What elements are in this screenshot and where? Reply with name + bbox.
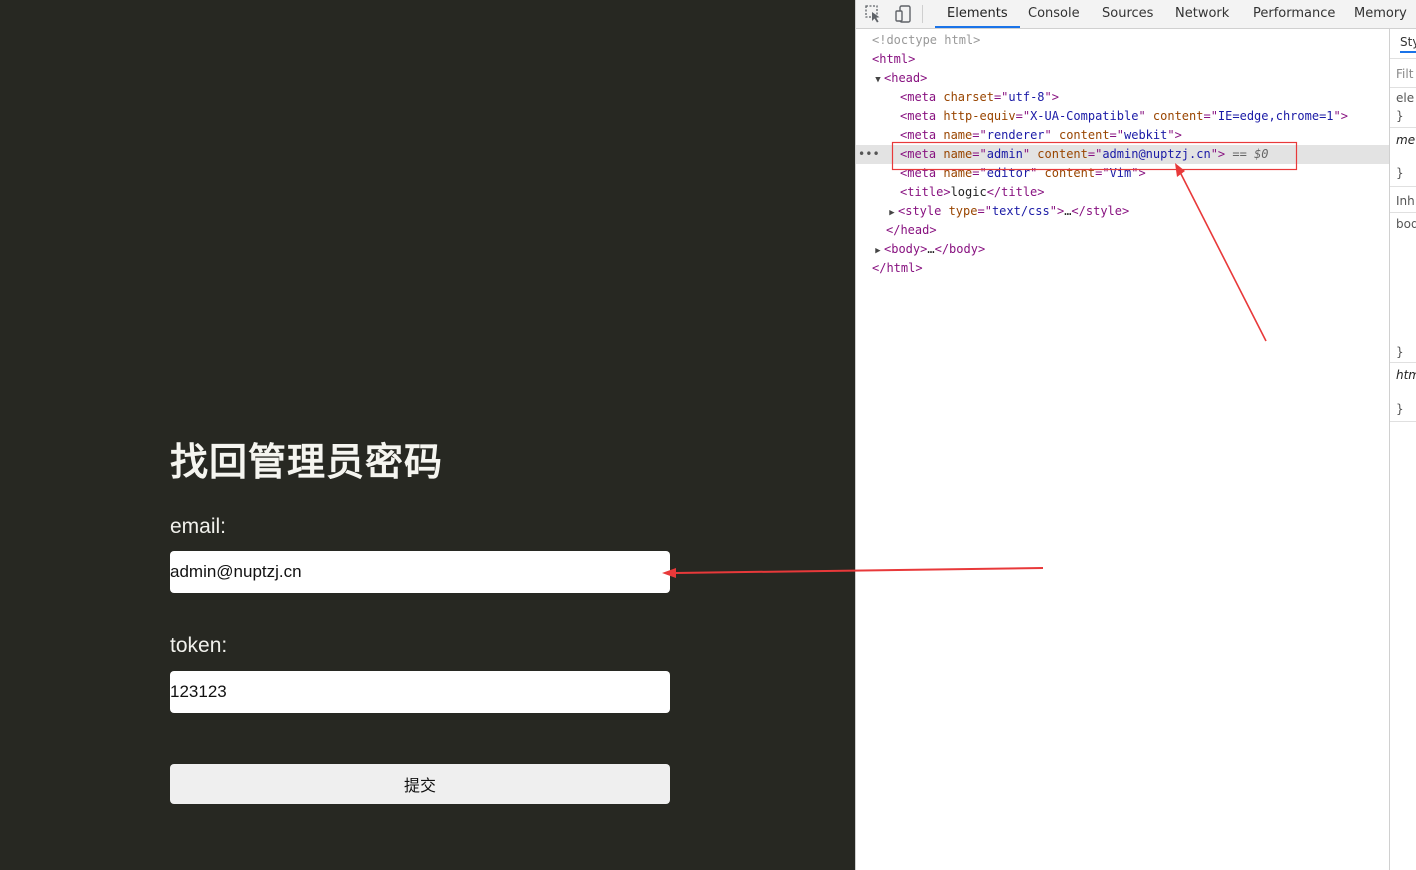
styles-pane: Sty Filt ele } met } Inh bod } htm } bbox=[1389, 29, 1416, 870]
inspect-element-icon[interactable] bbox=[864, 4, 884, 24]
doctype-text: <!doctype html> bbox=[872, 33, 981, 47]
body-ellipsis: … bbox=[927, 242, 935, 256]
token-label: token: bbox=[170, 634, 228, 657]
attr-value: utf-8 bbox=[1008, 90, 1045, 104]
divider bbox=[1390, 127, 1416, 128]
styles-rule-text: } bbox=[1396, 402, 1404, 416]
title-text: logic bbox=[950, 185, 987, 199]
attr-value: renderer bbox=[986, 128, 1045, 142]
styles-rule-text: } bbox=[1396, 109, 1404, 123]
attr-value: X-UA-Compatible bbox=[1030, 109, 1139, 123]
dom-line-meta-editor[interactable]: <meta name="editor" content="Vim"> bbox=[856, 164, 1416, 183]
attr-value: Vim bbox=[1109, 166, 1132, 180]
token-input[interactable] bbox=[170, 671, 670, 713]
styles-rule-text: met bbox=[1396, 133, 1416, 147]
attr-value: admin bbox=[986, 147, 1023, 161]
dom-line-doctype[interactable]: <!doctype html> bbox=[856, 31, 1405, 50]
tab-styles[interactable]: Sty bbox=[1400, 35, 1416, 53]
attr-name: name bbox=[943, 166, 973, 180]
attr-value-admin-email: admin@nuptzj.cn bbox=[1102, 147, 1211, 161]
dom-tree: <!doctype html> <html> ▼ <head> <meta cha… bbox=[856, 29, 1416, 870]
attr-name: content bbox=[1058, 128, 1110, 142]
styles-rule-text: ele bbox=[1396, 91, 1415, 105]
email-label: email: bbox=[170, 515, 227, 538]
attr-value: webkit bbox=[1124, 128, 1168, 142]
styles-rule-text: htm bbox=[1396, 368, 1416, 382]
device-toolbar-icon[interactable] bbox=[894, 4, 914, 24]
attr-value: text/css bbox=[991, 204, 1050, 218]
tab-performance[interactable]: Performance bbox=[1253, 0, 1335, 28]
divider bbox=[1390, 362, 1416, 363]
dom-line-head-close[interactable]: </head> bbox=[856, 221, 1416, 240]
styles-rule-text: } bbox=[1396, 345, 1404, 359]
body-open-tag: <body> bbox=[884, 242, 928, 256]
dom-line-meta-charset[interactable]: <meta charset="utf-8"> bbox=[856, 88, 1416, 107]
dom-line-title[interactable]: <title>logic</title> bbox=[856, 183, 1416, 202]
dom-line-html[interactable]: <html> bbox=[856, 50, 1405, 69]
attr-value: IE=edge,chrome=1 bbox=[1217, 109, 1334, 123]
head-close-tag: </head> bbox=[886, 223, 937, 237]
attr-name: name bbox=[943, 128, 973, 142]
attr-name: http-equiv bbox=[943, 109, 1016, 123]
tab-sources[interactable]: Sources bbox=[1102, 0, 1153, 28]
devtools-panel: Elements Console Sources Network Perform… bbox=[855, 0, 1416, 870]
dom-line-meta-admin[interactable]: ••• <meta name="admin" content="admin@nu… bbox=[856, 145, 1416, 164]
page-title: 找回管理员密码 bbox=[170, 440, 444, 484]
tab-console[interactable]: Console bbox=[1028, 0, 1080, 28]
divider bbox=[1390, 186, 1416, 187]
attr-name: type bbox=[948, 204, 978, 218]
dom-line-meta-renderer[interactable]: <meta name="renderer" content="webkit"> bbox=[856, 126, 1416, 145]
head-open-tag: <head> bbox=[884, 71, 928, 85]
styles-rule-text: bod bbox=[1396, 217, 1416, 231]
devtools-tabbar: Elements Console Sources Network Perform… bbox=[856, 0, 1416, 29]
attr-name: content bbox=[1037, 147, 1088, 161]
divider bbox=[1390, 87, 1416, 88]
dom-line-meta-http-equiv[interactable]: <meta http-equiv="X-UA-Compatible" conte… bbox=[856, 107, 1416, 126]
attr-name: name bbox=[943, 147, 973, 161]
attr-name: charset bbox=[943, 90, 994, 104]
dom-line-html-close[interactable]: </html> bbox=[856, 259, 1405, 278]
html-close-tag: </html> bbox=[872, 261, 923, 275]
more-options-icon[interactable]: ••• bbox=[858, 145, 880, 164]
html-open-tag: <html> bbox=[872, 52, 916, 66]
dom-line-body[interactable]: ▶ <body>…</body> bbox=[856, 240, 1405, 259]
dom-line-head[interactable]: ▼ <head> bbox=[856, 69, 1405, 88]
email-input[interactable] bbox=[170, 551, 670, 593]
styles-rule-text: } bbox=[1396, 166, 1404, 180]
dom-line-style[interactable]: ▶ <style type="text/css">…</style> bbox=[856, 202, 1416, 221]
web-page: 找回管理员密码 email: token: 提交 bbox=[0, 0, 855, 870]
tab-separator bbox=[922, 5, 923, 23]
attr-value: editor bbox=[986, 166, 1031, 180]
submit-button[interactable]: 提交 bbox=[170, 764, 670, 804]
tab-memory[interactable]: Memory bbox=[1354, 0, 1407, 28]
attr-name: content bbox=[1044, 166, 1096, 180]
selected-node-marker: == $0 bbox=[1232, 147, 1269, 161]
body-close-tag: </body> bbox=[934, 242, 986, 256]
divider bbox=[1390, 421, 1416, 422]
divider bbox=[1390, 212, 1416, 213]
tab-elements[interactable]: Elements bbox=[935, 0, 1020, 28]
tab-network[interactable]: Network bbox=[1175, 0, 1229, 28]
styles-filter-input[interactable]: Filt bbox=[1396, 67, 1413, 81]
styles-section-header: Inh bbox=[1396, 194, 1415, 208]
divider bbox=[1390, 58, 1416, 59]
attr-name: content bbox=[1152, 109, 1204, 123]
